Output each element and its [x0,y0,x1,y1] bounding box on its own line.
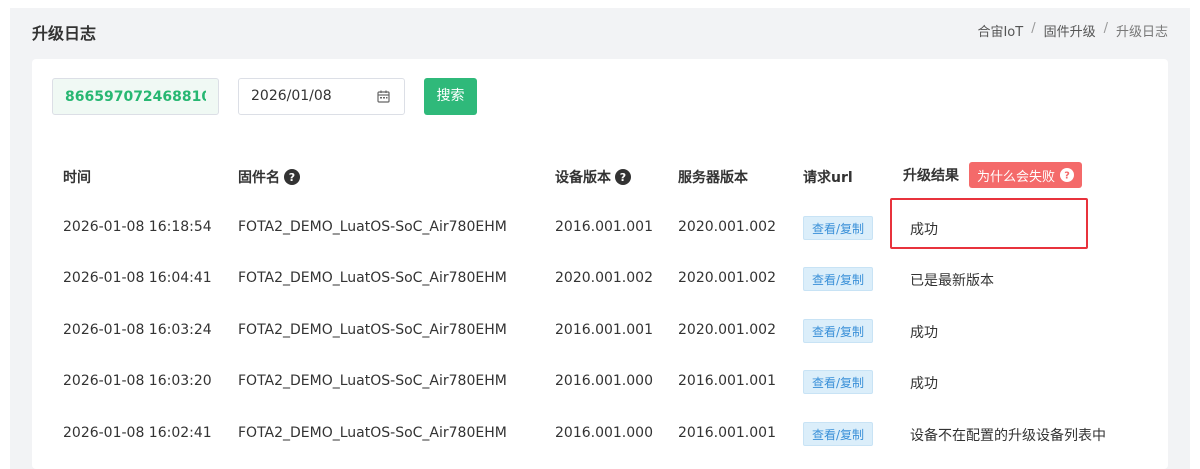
cell-time: 2026-01-08 16:02:41 [63,425,212,441]
cell-device-version: 2016.001.000 [555,425,653,441]
breadcrumb: 合宙IoT / 固件升级 / 升级日志 [977,21,1168,40]
cell-device-version: 2016.001.001 [555,322,653,338]
svg-text:?: ? [1064,171,1070,182]
cell-device-version: 2016.001.001 [555,219,653,235]
result-highlight-box [890,198,1088,249]
cell-firmware: FOTA2_DEMO_LuatOS-SoC_Air780EHM [238,322,507,338]
view-copy-url-button[interactable]: 查看/复制 [803,267,873,291]
cell-result: 已是最新版本 [910,273,994,289]
cell-result: 成功 [910,325,938,341]
cell-server-version: 2016.001.001 [678,373,776,389]
view-copy-url-button[interactable]: 查看/复制 [803,319,873,343]
page-title: 升级日志 [32,24,97,43]
cell-time: 2026-01-08 16:03:20 [63,373,212,389]
cell-firmware: FOTA2_DEMO_LuatOS-SoC_Air780EHM [238,270,507,286]
cell-firmware: FOTA2_DEMO_LuatOS-SoC_Air780EHM [238,425,507,441]
cell-firmware: FOTA2_DEMO_LuatOS-SoC_Air780EHM [238,219,507,235]
cell-server-version: 2016.001.001 [678,425,776,441]
help-icon[interactable]: ? [615,169,631,185]
cell-time: 2026-01-08 16:04:41 [63,270,212,286]
date-value: 2026/01/08 [251,88,332,104]
breadcrumb-item-home[interactable]: 合宙IoT [977,21,1023,40]
cell-server-version: 2020.001.002 [678,270,776,286]
breadcrumb-item-current: 升级日志 [1115,25,1168,40]
content-card: 2026/01/08 搜索 时间 固件名 ? 设备版本 [32,59,1168,469]
svg-text:?: ? [620,171,626,184]
column-header-label: 服务器版本 [678,170,748,186]
cell-time: 2026-01-08 16:03:24 [63,322,212,338]
column-header-url: 请求url [803,167,853,187]
search-button[interactable]: 搜索 [424,78,477,115]
why-failed-button[interactable]: 为什么会失败 ? [969,162,1083,188]
calendar-icon [377,90,390,103]
cell-result: 设备不在配置的升级设备列表中 [910,428,1106,444]
page-header: 升级日志 合宙IoT / 固件升级 / 升级日志 [10,8,1190,54]
column-header-firmware: 固件名 ? [238,167,300,187]
column-header-server-version: 服务器版本 [678,167,748,187]
page: 升级日志 合宙IoT / 固件升级 / 升级日志 2026/01/08 搜索 [10,8,1190,469]
cell-device-version: 2016.001.000 [555,373,653,389]
column-header-time: 时间 [63,167,91,187]
device-search-input[interactable] [52,78,219,115]
column-header-device-version: 设备版本 ? [555,167,631,187]
breadcrumb-item-firmware[interactable]: 固件升级 [1044,21,1096,40]
column-header-label: 升级结果 [903,168,959,184]
cell-time: 2026-01-08 16:18:54 [63,219,212,235]
svg-text:?: ? [289,171,295,184]
breadcrumb-separator: / [1031,21,1036,36]
column-header-label: 时间 [63,170,91,186]
breadcrumb-separator: / [1103,21,1108,36]
cell-device-version: 2020.001.002 [555,270,653,286]
cell-result: 成功 [910,376,938,392]
cell-server-version: 2020.001.002 [678,219,776,235]
cell-firmware: FOTA2_DEMO_LuatOS-SoC_Air780EHM [238,373,507,389]
help-icon: ? [1060,168,1075,182]
column-header-label: 固件名 [238,170,280,186]
column-header-result: 升级结果 为什么会失败 ? [903,162,1083,188]
view-copy-url-button[interactable]: 查看/复制 [803,422,873,446]
date-picker[interactable]: 2026/01/08 [238,78,405,115]
view-copy-url-button[interactable]: 查看/复制 [803,370,873,394]
help-icon[interactable]: ? [284,169,300,185]
view-copy-url-button[interactable]: 查看/复制 [803,216,873,240]
column-header-label: 设备版本 [555,170,611,186]
column-header-label: 请求url [803,170,853,186]
cell-server-version: 2020.001.002 [678,322,776,338]
why-failed-label: 为什么会失败 [977,169,1056,185]
